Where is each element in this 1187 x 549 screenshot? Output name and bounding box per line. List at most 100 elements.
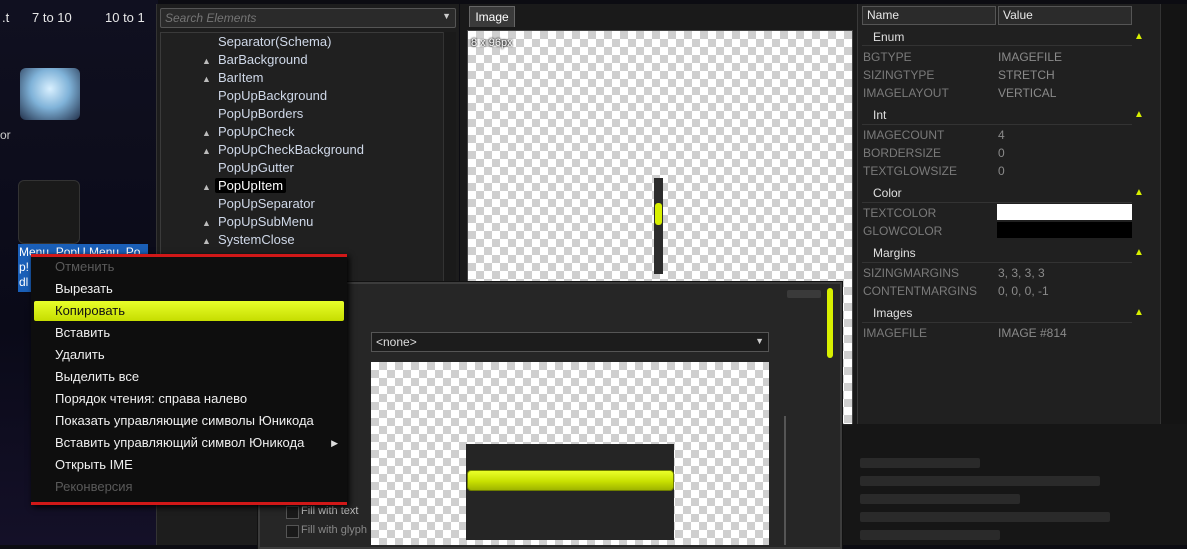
desktop-label-fragment: or <box>0 128 11 142</box>
property-scrollbar[interactable] <box>1160 4 1187 424</box>
tree-item[interactable]: BarItem <box>218 70 264 85</box>
search-box[interactable]: ▼ <box>160 8 456 28</box>
property-value[interactable]: IMAGEFILE <box>998 50 1062 64</box>
property-value[interactable]: STRETCH <box>998 68 1055 82</box>
dropdown-value: <none> <box>376 335 417 349</box>
dialog-accent-bar <box>827 288 833 358</box>
tree-node-bullet-icon[interactable]: ▲ <box>202 182 211 192</box>
tree-item[interactable]: BarBackground <box>218 52 308 67</box>
tree-node-bullet-icon[interactable]: ▲ <box>202 128 211 138</box>
tree-item[interactable]: PopUpBackground <box>218 88 327 103</box>
menu-item-cut[interactable]: Вырезать <box>34 279 344 299</box>
collapse-arrow-icon[interactable]: ▲ <box>1134 247 1144 258</box>
fill-text-label: Fill with text <box>301 505 359 517</box>
collapse-arrow-icon[interactable]: ▲ <box>1134 31 1144 42</box>
property-value[interactable]: VERTICAL <box>998 86 1056 100</box>
column-header-name[interactable]: Name <box>862 6 996 25</box>
tree-node-bullet-icon[interactable]: ▲ <box>202 74 211 84</box>
minimize-button[interactable] <box>787 290 821 298</box>
tree-items: Separator(Schema) ▲ BarBackground ▲ BarI… <box>160 32 442 287</box>
fill-glyph-label: Fill with glyph <box>301 524 368 536</box>
tree-item[interactable]: PopUpBorders <box>218 106 303 121</box>
menu-item-undo[interactable]: Отменить <box>34 257 344 277</box>
tree-item[interactable]: SystemClose <box>218 232 295 247</box>
tree-item[interactable]: PopUpCheckBackground <box>218 142 364 157</box>
tree-item[interactable]: PopUpGutter <box>218 160 294 175</box>
tree-item[interactable]: Separator(Schema) <box>218 34 331 49</box>
tree-node-bullet-icon[interactable]: ▲ <box>202 56 211 66</box>
menu-item-select-all[interactable]: Выделить все <box>34 367 344 387</box>
desktop-tab-3[interactable]: 10 to 1 <box>105 10 145 25</box>
dim-row <box>860 458 980 468</box>
property-value[interactable]: 0 <box>998 164 1005 178</box>
menu-item-label: Реконверсия <box>55 479 133 494</box>
color-swatch-white[interactable] <box>997 204 1132 220</box>
menu-item-label: Порядок чтения: справа налево <box>55 391 248 406</box>
desktop-shortcut-icon[interactable] <box>20 68 80 120</box>
image-size-label: 8 x 96px <box>471 37 513 49</box>
property-name: BGTYPE <box>863 50 912 64</box>
property-name: SIZINGMARGINS <box>863 266 960 280</box>
group-title-margins[interactable]: Margins <box>873 246 916 260</box>
property-name: IMAGECOUNT <box>863 128 945 142</box>
property-value[interactable]: 4 <box>998 128 1005 142</box>
menu-item-copy[interactable]: Копировать <box>34 301 344 321</box>
tree-node-bullet-icon[interactable]: ▲ <box>202 236 211 246</box>
collapse-arrow-icon[interactable]: ▲ <box>1134 307 1144 318</box>
menu-item-insert-unicode[interactable]: Вставить управляющий символ Юникода ▶ <box>34 433 344 453</box>
dialog-splitter[interactable] <box>784 416 786 545</box>
dim-row <box>860 512 1110 522</box>
menu-item-label: Открыть IME <box>55 457 133 472</box>
property-value[interactable]: 0 <box>998 146 1005 160</box>
image-select-dropdown[interactable]: <none> ▼ <box>371 332 769 352</box>
menu-item-reconversion[interactable]: Реконверсия <box>34 477 344 497</box>
menu-item-label: Выделить все <box>55 369 140 384</box>
menu-item-rtl-reading[interactable]: Порядок чтения: справа налево <box>34 389 344 409</box>
collapse-arrow-icon[interactable]: ▲ <box>1134 109 1144 120</box>
group-divider <box>862 45 1132 46</box>
tree-item[interactable]: PopUpCheck <box>218 124 295 139</box>
menu-item-show-unicode[interactable]: Показать управляющие символы Юникода <box>34 411 344 431</box>
group-divider <box>862 322 1132 323</box>
group-divider <box>862 202 1132 203</box>
menu-item-label: Показать управляющие символы Юникода <box>55 413 314 428</box>
menu-item-label: Вставить управляющий символ Юникода <box>55 435 305 450</box>
search-input[interactable] <box>165 10 435 26</box>
fill-glyph-checkbox[interactable] <box>286 525 299 538</box>
tree-node-bullet-icon[interactable]: ▲ <box>202 146 211 156</box>
menu-item-delete[interactable]: Удалить <box>34 345 344 365</box>
group-divider <box>862 262 1132 263</box>
group-title-int[interactable]: Int <box>873 108 886 122</box>
fill-text-checkbox[interactable] <box>286 506 299 519</box>
color-swatch-black[interactable] <box>997 222 1132 238</box>
property-name: IMAGELAYOUT <box>863 86 949 100</box>
tree-item-selected[interactable]: PopUpItem <box>215 178 287 193</box>
menu-item-label: Удалить <box>55 347 105 362</box>
column-header-value[interactable]: Value <box>998 6 1132 25</box>
property-value[interactable]: IMAGE #814 <box>998 326 1067 340</box>
preview-item-background <box>466 444 674 540</box>
tree-item[interactable]: PopUpSeparator <box>218 196 315 211</box>
tree-node-bullet-icon[interactable]: ▲ <box>202 218 211 228</box>
collapse-arrow-icon[interactable]: ▲ <box>1134 187 1144 198</box>
desktop-tab-1[interactable]: .t <box>2 10 9 25</box>
property-value[interactable]: 0, 0, 0, -1 <box>998 284 1049 298</box>
property-value[interactable]: 3, 3, 3, 3 <box>998 266 1045 280</box>
group-title-color[interactable]: Color <box>873 186 902 200</box>
tree-item[interactable]: PopUpSubMenu <box>218 214 313 229</box>
menu-item-open-ime[interactable]: Открыть IME <box>34 455 344 475</box>
desktop-tab-2[interactable]: 7 to 10 <box>32 10 72 25</box>
property-name: TEXTGLOWSIZE <box>863 164 958 178</box>
image-strip <box>654 178 663 274</box>
desktop-folder-icon[interactable] <box>18 180 80 244</box>
submenu-arrow-icon: ▶ <box>331 438 338 448</box>
preview-item-highlight <box>467 470 674 491</box>
group-title-enum[interactable]: Enum <box>873 30 904 44</box>
tab-image[interactable]: Image <box>469 6 515 27</box>
group-title-images[interactable]: Images <box>873 306 912 320</box>
tree-scrollbar[interactable] <box>443 32 456 287</box>
menu-item-label: Копировать <box>55 303 125 318</box>
chevron-down-icon[interactable]: ▼ <box>442 11 451 21</box>
menu-item-paste[interactable]: Вставить <box>34 323 344 343</box>
chevron-down-icon[interactable]: ▼ <box>755 336 764 346</box>
